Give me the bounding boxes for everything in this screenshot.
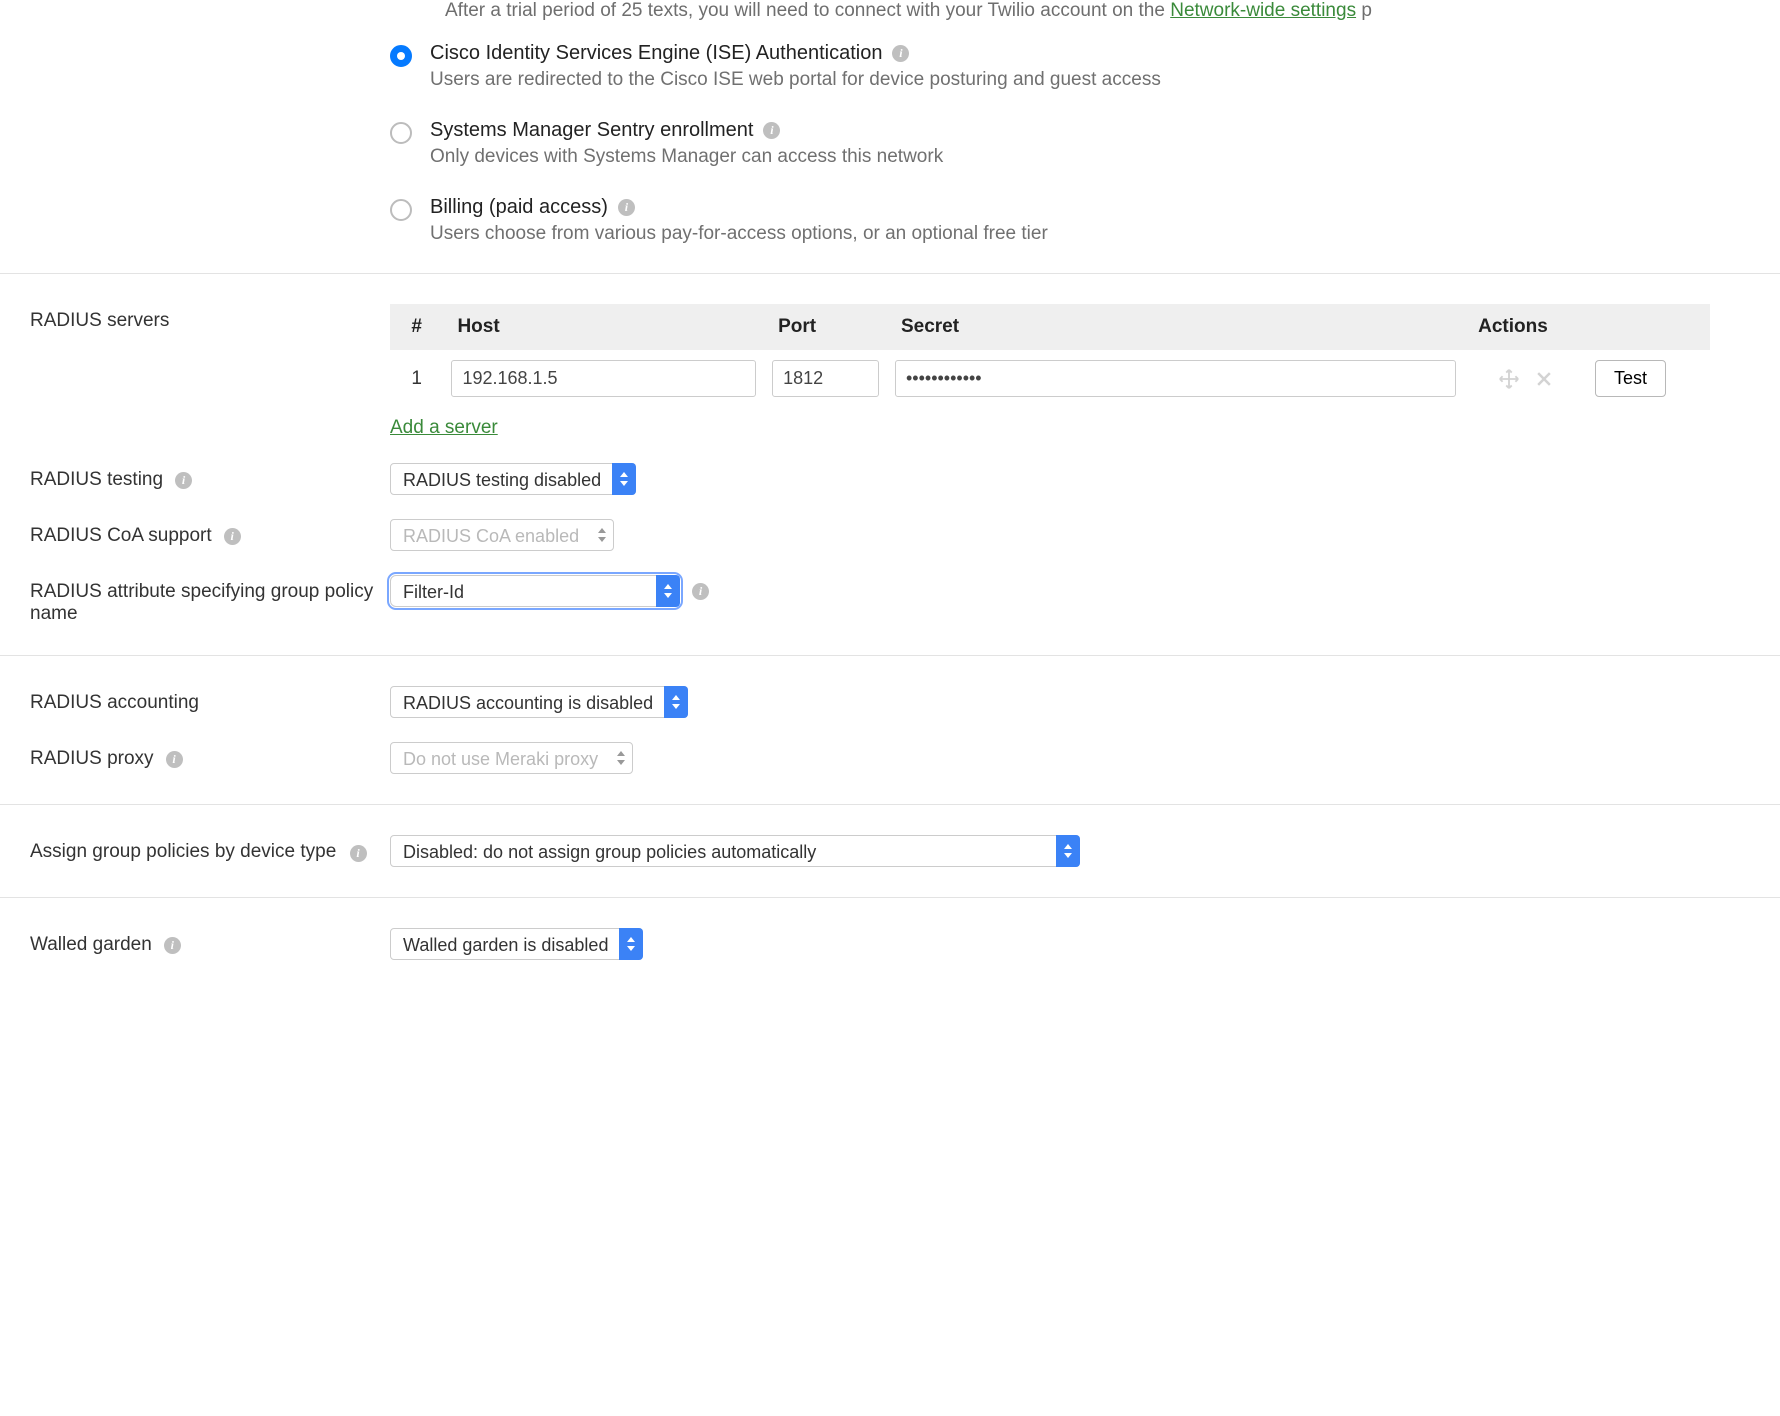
auth-billing-desc: Users choose from various pay-for-access… (430, 223, 1780, 245)
info-icon[interactable]: i (618, 199, 635, 216)
col-test (1587, 304, 1710, 350)
secret-input[interactable] (895, 360, 1456, 397)
radius-attr-label: RADIUS attribute specifying group policy… (30, 575, 390, 625)
info-icon[interactable]: i (166, 751, 183, 768)
info-icon[interactable]: i (224, 528, 241, 545)
port-input[interactable] (772, 360, 879, 397)
select-arrows-icon (590, 519, 614, 551)
col-port: Port (764, 304, 887, 350)
auth-sentry-title: Systems Manager Sentry enrollment (430, 119, 753, 142)
select-arrows-icon (664, 686, 688, 718)
radius-servers-table: # Host Port Secret Actions 1 (390, 304, 1710, 407)
move-icon[interactable] (1498, 368, 1520, 390)
host-input[interactable] (451, 360, 756, 397)
col-actions: Actions (1464, 304, 1587, 350)
info-icon[interactable]: i (175, 472, 192, 489)
col-secret: Secret (887, 304, 1464, 350)
col-host: Host (443, 304, 764, 350)
radius-accounting-select[interactable]: RADIUS accounting is disabled (390, 686, 688, 718)
info-icon[interactable]: i (892, 45, 909, 62)
add-server-link[interactable]: Add a server (390, 417, 498, 439)
radius-servers-label: RADIUS servers (30, 304, 390, 332)
radius-testing-label: RADIUS testing (30, 469, 163, 491)
trial-note: After a trial period of 25 texts, you wi… (0, 0, 1780, 42)
auth-option-ise[interactable]: Cisco Identity Services Engine (ISE) Aut… (390, 42, 1780, 91)
radius-attr-select[interactable]: Filter-Id (390, 575, 680, 607)
auth-option-sentry[interactable]: Systems Manager Sentry enrollment i Only… (390, 119, 1780, 168)
select-arrows-icon (619, 928, 643, 960)
radius-coa-label: RADIUS CoA support (30, 525, 212, 547)
walled-garden-label: Walled garden (30, 934, 152, 956)
radius-proxy-label: RADIUS proxy (30, 748, 154, 770)
select-arrows-icon (609, 742, 633, 774)
auth-radio-group: Cisco Identity Services Engine (ISE) Aut… (0, 42, 1780, 245)
test-button[interactable]: Test (1595, 360, 1666, 397)
auth-billing-title: Billing (paid access) (430, 196, 608, 219)
select-arrows-icon (656, 575, 680, 607)
radio-icon (390, 122, 412, 144)
radius-server-row: 1 (390, 350, 1710, 407)
auth-ise-desc: Users are redirected to the Cisco ISE we… (430, 69, 1780, 91)
select-arrows-icon (1056, 835, 1080, 867)
row-num: 1 (390, 350, 443, 407)
delete-icon[interactable] (1534, 369, 1554, 389)
col-num: # (390, 304, 443, 350)
assign-group-select[interactable]: Disabled: do not assign group policies a… (390, 835, 1080, 867)
info-icon[interactable]: i (164, 937, 181, 954)
auth-ise-title: Cisco Identity Services Engine (ISE) Aut… (430, 42, 882, 65)
walled-garden-select[interactable]: Walled garden is disabled (390, 928, 643, 960)
info-icon[interactable]: i (350, 845, 367, 862)
radius-coa-select: RADIUS CoA enabled (390, 519, 614, 551)
auth-option-billing[interactable]: Billing (paid access) i Users choose fro… (390, 196, 1780, 245)
radius-proxy-select: Do not use Meraki proxy (390, 742, 633, 774)
radio-icon (390, 199, 412, 221)
auth-sentry-desc: Only devices with Systems Manager can ac… (430, 146, 1780, 168)
select-arrows-icon (612, 463, 636, 495)
radio-icon (390, 45, 412, 67)
radius-testing-select[interactable]: RADIUS testing disabled (390, 463, 636, 495)
radius-accounting-label: RADIUS accounting (30, 686, 390, 714)
network-wide-settings-link[interactable]: Network-wide settings (1170, 0, 1356, 21)
info-icon[interactable]: i (692, 583, 709, 600)
assign-group-label: Assign group policies by device type (30, 841, 336, 862)
info-icon[interactable]: i (763, 122, 780, 139)
